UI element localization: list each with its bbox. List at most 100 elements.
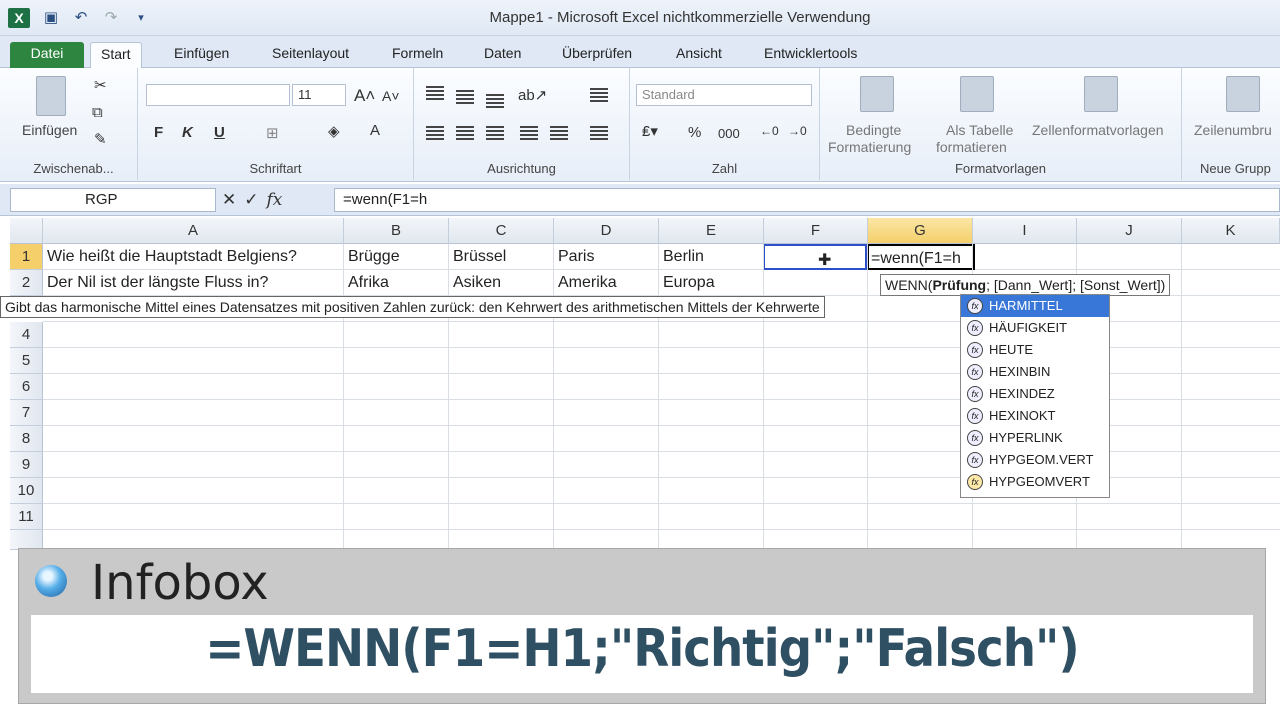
select-all-corner[interactable] xyxy=(10,218,43,244)
row-header[interactable]: 8 xyxy=(10,426,43,452)
column-header-k[interactable]: K xyxy=(1182,218,1280,244)
conditional-format-label[interactable]: Bedingte xyxy=(846,122,901,138)
tab-start[interactable]: Start xyxy=(90,42,142,68)
cell-e1[interactable]: Berlin xyxy=(659,244,764,270)
column-header-j[interactable]: J xyxy=(1077,218,1182,244)
tab-seitenlayout[interactable]: Seitenlayout xyxy=(262,42,359,68)
function-autocomplete-list[interactable]: fx HARMITTEL fx HÄUFIGKEIT fx HEUTE fx HEXIN… xyxy=(960,294,1110,498)
align-middle-icon[interactable] xyxy=(456,90,474,104)
column-header-i[interactable]: I xyxy=(973,218,1077,244)
row-header[interactable]: 10 xyxy=(10,478,43,504)
row-header[interactable]: 7 xyxy=(10,400,43,426)
cell-e2[interactable]: Europa xyxy=(659,270,764,296)
cell-g1[interactable]: =wenn(F1=h xyxy=(867,244,975,270)
tab-einfuegen[interactable]: Einfügen xyxy=(164,42,239,68)
tab-datei[interactable]: Datei xyxy=(10,42,84,68)
cell-f1[interactable] xyxy=(763,244,867,270)
bold-button[interactable]: F xyxy=(154,124,163,141)
cell-c1[interactable]: Brüssel xyxy=(449,244,554,270)
row-header[interactable]: 11 xyxy=(10,504,43,530)
copy-icon[interactable]: ⧉ xyxy=(92,104,103,121)
autocomplete-item[interactable]: fx HEUTE xyxy=(961,339,1109,361)
cell-b1[interactable]: Brügge xyxy=(344,244,449,270)
autocomplete-item[interactable]: fx HÄUFIGKEIT xyxy=(961,317,1109,339)
fill-color-icon[interactable]: ◈ xyxy=(328,122,340,140)
row-header[interactable]: 9 xyxy=(10,452,43,478)
font-size-combo[interactable]: 11 xyxy=(292,84,346,106)
tab-ueberpruefen[interactable]: Überprüfen xyxy=(552,42,642,68)
autocomplete-item[interactable]: fx HYPERLINK xyxy=(961,427,1109,449)
cell-a1[interactable]: Wie heißt die Hauptstadt Belgiens? xyxy=(43,244,344,270)
cell-d1[interactable]: Paris xyxy=(554,244,659,270)
column-header-e[interactable]: E xyxy=(659,218,764,244)
autocomplete-item[interactable]: fx HYPGEOM.VERT xyxy=(961,449,1109,471)
conditional-format-label-2[interactable]: Formatierung xyxy=(828,139,911,155)
tab-formeln[interactable]: Formeln xyxy=(382,42,453,68)
wrap-rows-icon[interactable] xyxy=(1226,76,1260,112)
row-header[interactable]: 2 xyxy=(10,270,43,296)
enter-icon[interactable]: ✓ xyxy=(244,190,258,210)
currency-icon[interactable]: ₤▾ xyxy=(642,122,658,140)
decrease-decimal-icon[interactable]: →0 xyxy=(788,124,807,138)
tooltip-current-argument[interactable]: Prüfung xyxy=(932,277,986,293)
insert-function-icon[interactable]: fx xyxy=(267,190,283,210)
column-header-b[interactable]: B xyxy=(344,218,449,244)
autocomplete-item[interactable]: fx HARMITTEL xyxy=(961,295,1109,317)
column-header-f[interactable]: F xyxy=(764,218,868,244)
column-header-c[interactable]: C xyxy=(449,218,554,244)
row-header-partial[interactable] xyxy=(10,530,43,550)
cell-d2[interactable]: Amerika xyxy=(554,270,659,296)
increase-decimal-icon[interactable]: ←0 xyxy=(760,124,779,138)
row-header[interactable]: 6 xyxy=(10,374,43,400)
tab-ansicht[interactable]: Ansicht xyxy=(666,42,732,68)
merge-center-icon[interactable] xyxy=(590,126,608,140)
cell-a2[interactable]: Der Nil ist der längste Fluss in? xyxy=(43,270,344,296)
border-icon[interactable]: ⊞ xyxy=(266,124,279,142)
autocomplete-item[interactable]: fx HEXINOKT xyxy=(961,405,1109,427)
column-header-a[interactable]: A xyxy=(43,218,344,244)
format-as-table-label[interactable]: Als Tabelle xyxy=(946,122,1013,138)
cell-b2[interactable]: Afrika xyxy=(344,270,449,296)
grow-font-icon[interactable]: A˄ xyxy=(354,86,375,106)
column-header-d[interactable]: D xyxy=(554,218,659,244)
wrap-rows-label[interactable]: Zeilenumbru xyxy=(1194,122,1272,138)
cancel-icon[interactable]: ✕ xyxy=(222,190,236,210)
paste-button[interactable]: Einfügen xyxy=(22,122,77,138)
format-painter-icon[interactable]: ✎ xyxy=(94,130,107,148)
shrink-font-icon[interactable]: A˅ xyxy=(382,88,400,104)
align-center-icon[interactable] xyxy=(456,126,474,140)
cell-styles-label[interactable]: Zellenformatvorlagen xyxy=(1032,122,1164,138)
autocomplete-item[interactable]: fx HEXINDEZ xyxy=(961,383,1109,405)
formula-input[interactable]: =wenn(F1=h xyxy=(334,188,1280,212)
tab-entwicklertools[interactable]: Entwicklertools xyxy=(754,42,867,68)
autocomplete-item[interactable]: fx HEXINBIN xyxy=(961,361,1109,383)
name-box[interactable]: RGP xyxy=(10,188,216,212)
paste-icon[interactable] xyxy=(36,76,66,116)
format-as-table-icon[interactable] xyxy=(960,76,994,112)
conditional-format-icon[interactable] xyxy=(860,76,894,112)
row-header[interactable]: 5 xyxy=(10,348,43,374)
thousands-button[interactable]: 000 xyxy=(718,126,740,141)
increase-indent-icon[interactable] xyxy=(550,126,568,140)
italic-button[interactable]: K xyxy=(182,124,193,141)
underline-button[interactable]: U xyxy=(214,124,225,141)
orientation-icon[interactable]: ab↗ xyxy=(518,86,547,104)
font-name-combo[interactable] xyxy=(146,84,290,106)
autocomplete-item[interactable]: fx HYPGEOMVERT xyxy=(961,471,1109,493)
align-right-icon[interactable] xyxy=(486,126,504,140)
tab-daten[interactable]: Daten xyxy=(474,42,531,68)
percent-button[interactable]: % xyxy=(688,124,701,141)
cell-c2[interactable]: Asiken xyxy=(449,270,554,296)
row-header[interactable]: 4 xyxy=(10,322,43,348)
cell-styles-icon[interactable] xyxy=(1084,76,1118,112)
cut-icon[interactable]: ✂ xyxy=(94,76,107,94)
column-header-g[interactable]: G xyxy=(868,218,973,244)
align-bottom-icon[interactable] xyxy=(486,94,504,108)
wrap-text-icon[interactable] xyxy=(590,88,608,102)
align-top-icon[interactable] xyxy=(426,86,444,100)
row-header[interactable]: 1 xyxy=(10,244,43,270)
format-as-table-label-2[interactable]: formatieren xyxy=(936,139,1007,155)
align-left-icon[interactable] xyxy=(426,126,444,140)
font-color-icon[interactable]: A xyxy=(370,122,380,139)
decrease-indent-icon[interactable] xyxy=(520,126,538,140)
